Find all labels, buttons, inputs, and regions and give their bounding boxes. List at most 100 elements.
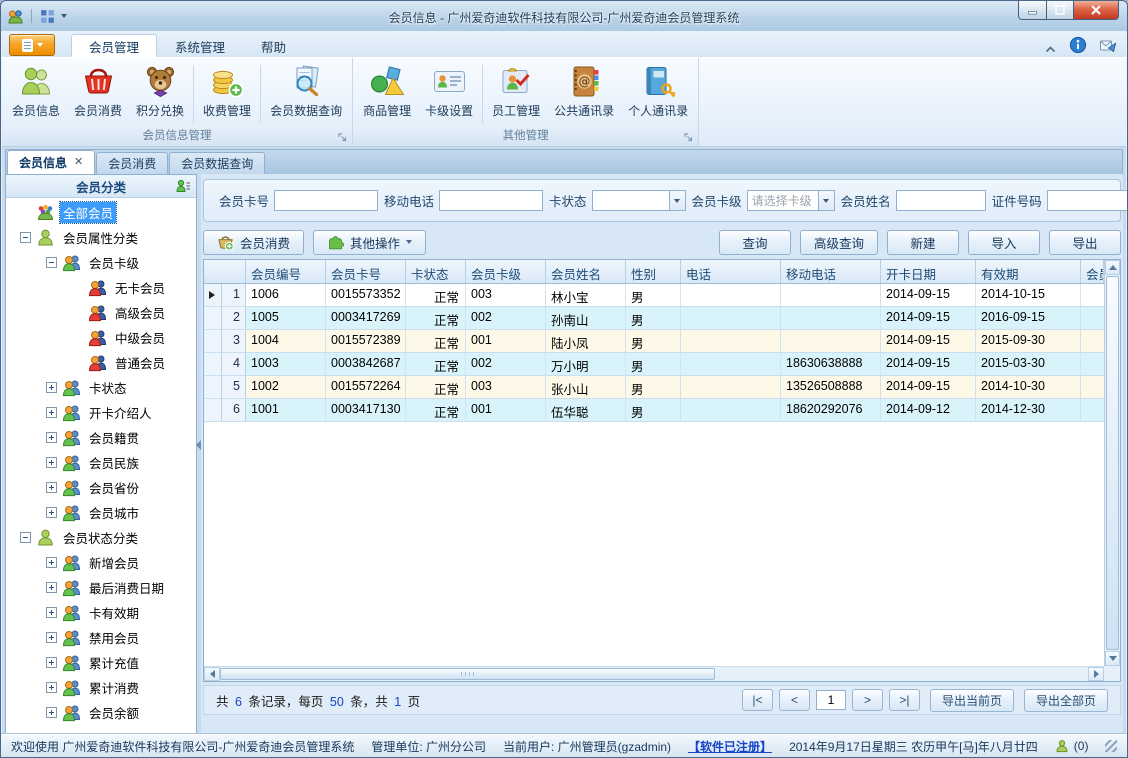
tree-item-7[interactable]: 普通会员 bbox=[6, 350, 196, 375]
tree-item-3[interactable]: 会员卡级 bbox=[6, 250, 196, 275]
tree-expander-icon[interactable] bbox=[46, 407, 57, 418]
quick-access-grid-icon[interactable] bbox=[39, 8, 56, 25]
next-page-button[interactable]: > bbox=[851, 689, 883, 711]
table-row[interactable]: 3 1004 0015572389 正常 001 陆小凤男 2014-09-15 2015-0… bbox=[204, 330, 1104, 353]
ribbon-tab-3[interactable]: 帮助 bbox=[243, 34, 304, 57]
dialog-launcher-icon[interactable] bbox=[683, 132, 694, 143]
tree-item-6[interactable]: 中级会员 bbox=[6, 325, 196, 350]
tree-item-1[interactable]: 全部会员 bbox=[6, 200, 196, 225]
application-menu-button[interactable] bbox=[9, 34, 55, 56]
ribbon-button-1-3[interactable]: 积分兑换 bbox=[129, 60, 191, 128]
tree-item-19[interactable]: 累计充值 bbox=[6, 650, 196, 675]
tree-expander-icon[interactable] bbox=[46, 382, 57, 393]
prev-page-button[interactable]: < bbox=[778, 689, 810, 711]
tree-expander-icon[interactable] bbox=[46, 582, 57, 593]
person-list-icon[interactable] bbox=[175, 178, 191, 194]
ribbon-button-2-1[interactable]: 商品管理 bbox=[356, 60, 418, 128]
page-number-input[interactable] bbox=[815, 690, 846, 710]
chevron-down-icon[interactable] bbox=[817, 191, 834, 210]
tree-expander-icon[interactable] bbox=[46, 507, 57, 518]
restore-button[interactable] bbox=[1047, 1, 1074, 20]
chevron-down-icon[interactable] bbox=[668, 191, 685, 210]
ribbon-button-1-4[interactable]: 收费管理 bbox=[196, 60, 258, 128]
tree-expander-icon[interactable] bbox=[46, 432, 57, 443]
ribbon-button-2-3[interactable]: 员工管理 bbox=[485, 60, 547, 128]
tree-expander-icon[interactable] bbox=[46, 707, 57, 718]
ribbon-button-2-4[interactable]: @ 公共通讯录 bbox=[547, 60, 621, 128]
table-row[interactable]: 4 1003 0003842687 正常 002 万小明男 18630638888 2014-… bbox=[204, 353, 1104, 376]
scroll-up-icon[interactable] bbox=[1105, 260, 1120, 275]
ribbon-button-2-5[interactable]: 个人通讯录 bbox=[621, 60, 695, 128]
document-tab-1[interactable]: 会员信息 ✕ bbox=[7, 150, 96, 174]
column-header-11[interactable]: 会员 bbox=[1081, 260, 1104, 283]
tree-item-17[interactable]: 卡有效期 bbox=[6, 600, 196, 625]
tree-item-8[interactable]: 卡状态 bbox=[6, 375, 196, 400]
first-page-button[interactable]: |< bbox=[741, 689, 773, 711]
tree-item-14[interactable]: 会员状态分类 bbox=[6, 525, 196, 550]
tree-item-5[interactable]: 高级会员 bbox=[6, 300, 196, 325]
advanced-query-button[interactable]: 高级查询 bbox=[799, 229, 878, 255]
column-header-10[interactable]: 有效期 bbox=[976, 260, 1081, 283]
tree-item-13[interactable]: 会员城市 bbox=[6, 500, 196, 525]
filter-input-5[interactable] bbox=[895, 190, 986, 211]
ribbon-button-1-2[interactable]: 会员消费 bbox=[67, 60, 129, 128]
export-all-pages-button[interactable]: 导出全部页 bbox=[1023, 688, 1108, 712]
tree-expander-icon[interactable] bbox=[46, 657, 57, 668]
new-button[interactable]: 新建 bbox=[887, 229, 959, 255]
tree-item-11[interactable]: 会员民族 bbox=[6, 450, 196, 475]
tree-item-20[interactable]: 累计消费 bbox=[6, 675, 196, 700]
filter-input-2[interactable] bbox=[439, 190, 544, 211]
tree-item-4[interactable]: 无卡会员 bbox=[6, 275, 196, 300]
table-row[interactable]: 2 1005 0003417269 正常 002 孙南山男 2014-09-15 2016-0… bbox=[204, 307, 1104, 330]
column-header-3[interactable]: 卡状态 bbox=[406, 260, 466, 283]
quick-access-dropdown-icon[interactable] bbox=[61, 14, 67, 18]
ribbon-tab-1[interactable]: 会员管理 bbox=[71, 34, 158, 57]
tree-expander-icon[interactable] bbox=[46, 632, 57, 643]
import-button[interactable]: 导入 bbox=[968, 229, 1040, 255]
tree-expander-icon[interactable] bbox=[46, 482, 57, 493]
filter-combo-4[interactable]: 请选择卡级 bbox=[746, 190, 835, 211]
vertical-scrollbar[interactable] bbox=[1104, 260, 1120, 666]
column-header-2[interactable]: 会员卡号 bbox=[326, 260, 406, 283]
resize-grip[interactable] bbox=[1105, 740, 1117, 752]
tree-item-9[interactable]: 开卡介绍人 bbox=[6, 400, 196, 425]
document-tab-3[interactable]: 会员数据查询 bbox=[169, 152, 266, 174]
ribbon-button-1-5[interactable]: 会员数据查询 bbox=[263, 60, 349, 128]
column-header-1[interactable]: 会员编号 bbox=[246, 260, 326, 283]
dialog-launcher-icon[interactable] bbox=[337, 132, 348, 143]
toolbar-member-consume-button[interactable]: 会员消费 bbox=[203, 229, 305, 255]
tree-expander-icon[interactable] bbox=[46, 682, 57, 693]
column-header-9[interactable]: 开卡日期 bbox=[881, 260, 976, 283]
tree-item-15[interactable]: 新增会员 bbox=[6, 550, 196, 575]
table-row[interactable]: 1 1006 0015573352 正常 003 林小宝男 2014-09-15 2014-1… bbox=[204, 284, 1104, 307]
tree-expander-icon[interactable] bbox=[20, 532, 31, 543]
table-row[interactable]: 5 1002 0015572264 正常 003 张小山男 13526508888 2014-… bbox=[204, 376, 1104, 399]
tree-expander-icon[interactable] bbox=[46, 457, 57, 468]
horizontal-scroll-thumb[interactable] bbox=[220, 668, 715, 680]
column-header-4[interactable]: 会员卡级 bbox=[466, 260, 546, 283]
tree-item-12[interactable]: 会员省份 bbox=[6, 475, 196, 500]
tree-item-10[interactable]: 会员籍贯 bbox=[6, 425, 196, 450]
ribbon-tab-2[interactable]: 系统管理 bbox=[157, 34, 243, 57]
document-tab-2[interactable]: 会员消费 bbox=[96, 152, 169, 174]
ribbon-button-1-1[interactable]: 会员信息 bbox=[5, 60, 67, 128]
scroll-left-icon[interactable] bbox=[204, 667, 220, 681]
feedback-icon[interactable] bbox=[1099, 36, 1117, 54]
table-row[interactable]: 6 1001 0003417130 正常 001 伍华聪男 18620292076 2014-… bbox=[204, 399, 1104, 422]
filter-input-6[interactable] bbox=[1046, 190, 1127, 211]
minimize-button[interactable] bbox=[1018, 1, 1047, 20]
last-page-button[interactable]: >| bbox=[888, 689, 920, 711]
toolbar-other-operations-button[interactable]: 其他操作 bbox=[313, 229, 427, 255]
ribbon-button-2-2[interactable]: 卡级设置 bbox=[418, 60, 480, 128]
vertical-scroll-thumb[interactable] bbox=[1106, 276, 1119, 650]
query-button[interactable]: 查询 bbox=[718, 229, 791, 255]
horizontal-scrollbar[interactable] bbox=[204, 666, 1104, 681]
close-button[interactable] bbox=[1074, 1, 1119, 20]
tree-expander-icon[interactable] bbox=[46, 607, 57, 618]
column-header-7[interactable]: 电话 bbox=[681, 260, 781, 283]
scroll-right-icon[interactable] bbox=[1088, 667, 1104, 681]
tree-item-18[interactable]: 禁用会员 bbox=[6, 625, 196, 650]
column-header-5[interactable]: 会员姓名 bbox=[546, 260, 626, 283]
registered-link[interactable]: 【软件已注册】 bbox=[688, 738, 772, 755]
collapse-ribbon-icon[interactable] bbox=[1044, 41, 1057, 52]
